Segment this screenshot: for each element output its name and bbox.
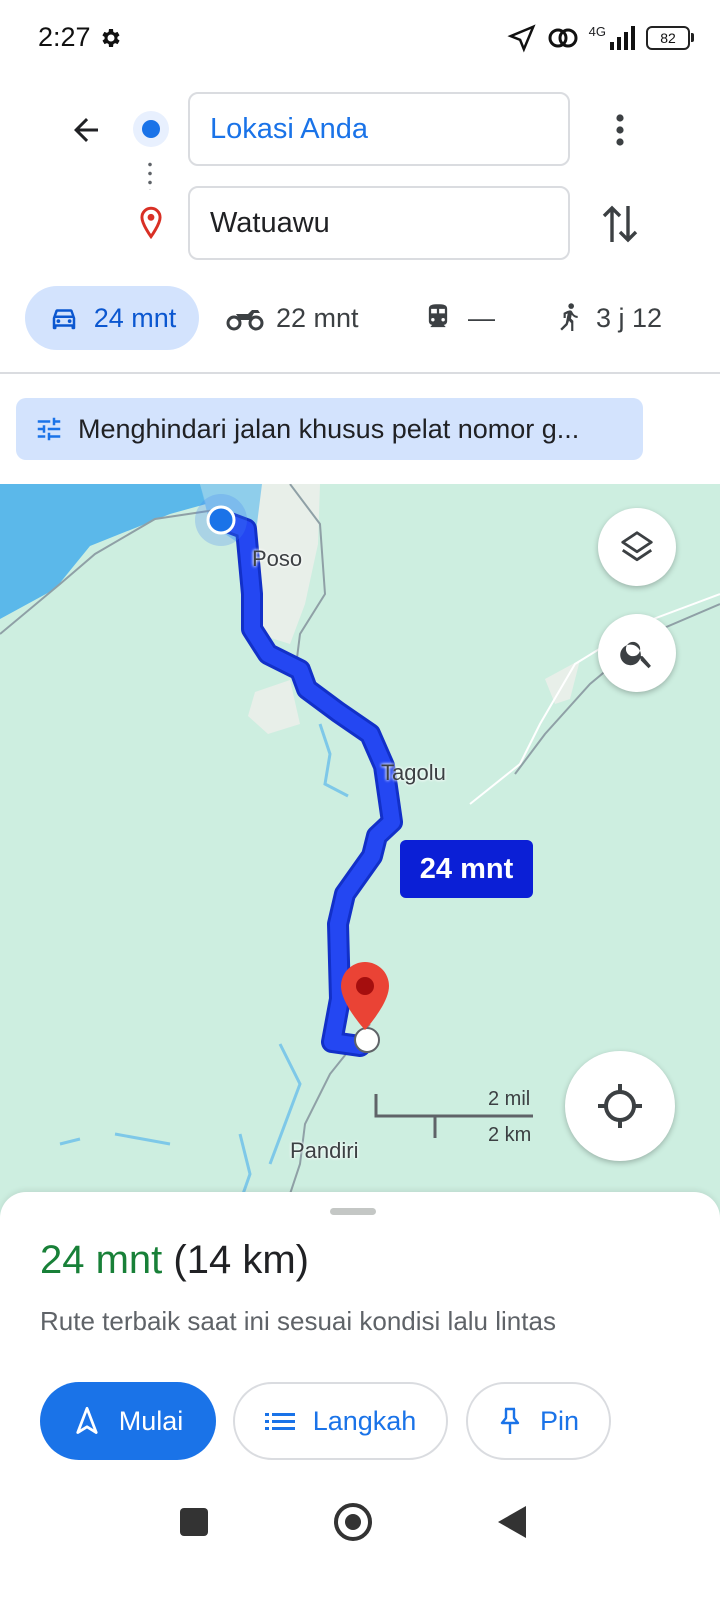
route-eta-bubble[interactable]: 24 mnt bbox=[400, 840, 533, 898]
signal-icon bbox=[610, 26, 635, 50]
place-label-poso: Poso bbox=[252, 546, 303, 571]
navigation-arrow-icon bbox=[76, 1406, 98, 1434]
mode-transit-tab[interactable]: — bbox=[424, 286, 495, 350]
battery-icon: 82 bbox=[646, 26, 694, 50]
route-end-circle bbox=[354, 1027, 380, 1053]
status-icons: 4G 82 bbox=[507, 20, 694, 56]
mode-motorcycle-label: 22 mnt bbox=[276, 302, 359, 333]
scale-metric: 2 km bbox=[488, 1124, 532, 1146]
destination-pin-icon bbox=[140, 206, 162, 240]
origin-dot-icon bbox=[133, 111, 169, 147]
location-arrow-icon bbox=[507, 24, 536, 53]
back-arrow-icon bbox=[74, 118, 98, 142]
mode-transit-label: — bbox=[468, 302, 495, 333]
route-options-chip[interactable]: Menghindari jalan khusus pelat nomor g..… bbox=[16, 398, 643, 460]
header-divider bbox=[0, 372, 720, 374]
my-location-icon bbox=[598, 1084, 642, 1128]
swap-button[interactable] bbox=[596, 198, 644, 250]
route-duration: 24 mnt bbox=[40, 1238, 163, 1282]
network-type: 4G bbox=[588, 24, 606, 39]
car-icon bbox=[52, 309, 75, 330]
map-view[interactable]: Poso Tagolu Pandiri 24 mnt 2 mil 2 km bbox=[0, 484, 720, 1244]
status-time: 2:27 bbox=[38, 22, 91, 52]
pin-button[interactable]: Pin bbox=[466, 1382, 611, 1460]
layers-button[interactable] bbox=[598, 508, 676, 586]
list-icon bbox=[264, 1413, 295, 1430]
start-label: Mulai bbox=[118, 1405, 184, 1436]
more-options-button[interactable] bbox=[600, 106, 640, 154]
route-connector-dots bbox=[148, 160, 152, 190]
mode-car-tab[interactable]: 24 mnt bbox=[25, 286, 199, 350]
layers-icon bbox=[621, 531, 653, 562]
battery-level: 82 bbox=[660, 30, 676, 46]
drag-handle[interactable] bbox=[330, 1208, 376, 1215]
walking-icon bbox=[560, 303, 578, 331]
home-button[interactable] bbox=[334, 1503, 372, 1541]
train-icon bbox=[428, 304, 448, 328]
place-label-tagolu: Tagolu bbox=[381, 760, 446, 785]
route-summary: 24 mnt (14 km) bbox=[40, 1238, 309, 1283]
pin-label: Pin bbox=[539, 1405, 580, 1436]
origin-input[interactable]: Lokasi Anda bbox=[188, 92, 570, 166]
search-icon bbox=[620, 641, 651, 669]
more-vert-icon bbox=[616, 114, 624, 146]
tune-icon bbox=[37, 417, 61, 441]
origin-location-dot bbox=[206, 505, 236, 535]
place-label-pandiri: Pandiri bbox=[290, 1138, 359, 1163]
settings-gear-icon bbox=[102, 29, 120, 47]
steps-button[interactable]: Langkah bbox=[233, 1382, 448, 1460]
hotspot-icon bbox=[548, 28, 578, 48]
mode-walk-label: 3 j 12 bbox=[596, 302, 663, 333]
start-button[interactable]: Mulai bbox=[40, 1382, 216, 1460]
route-description: Rute terbaik saat ini sesuai kondisi lal… bbox=[40, 1306, 556, 1336]
swap-icon bbox=[602, 205, 638, 243]
pin-icon bbox=[500, 1407, 520, 1434]
back-button[interactable] bbox=[62, 106, 110, 154]
back-nav-button[interactable] bbox=[498, 1506, 526, 1538]
route-options-label: Menghindari jalan khusus pelat nomor g..… bbox=[78, 413, 580, 444]
mode-car-label: 24 mnt bbox=[93, 302, 177, 333]
map-search-button[interactable] bbox=[598, 614, 676, 692]
scale-imperial: 2 mil bbox=[488, 1088, 531, 1110]
motorcycle-icon bbox=[226, 310, 264, 331]
route-distance: (14 km) bbox=[173, 1238, 309, 1282]
mode-walk-tab[interactable]: 3 j 12 bbox=[556, 286, 662, 350]
steps-label: Langkah bbox=[312, 1405, 417, 1436]
recent-apps-button[interactable] bbox=[180, 1508, 208, 1536]
mode-motorcycle-tab[interactable]: 22 mnt bbox=[226, 286, 359, 350]
destination-input[interactable]: Watuawu bbox=[188, 186, 570, 260]
my-location-button[interactable] bbox=[565, 1051, 675, 1161]
